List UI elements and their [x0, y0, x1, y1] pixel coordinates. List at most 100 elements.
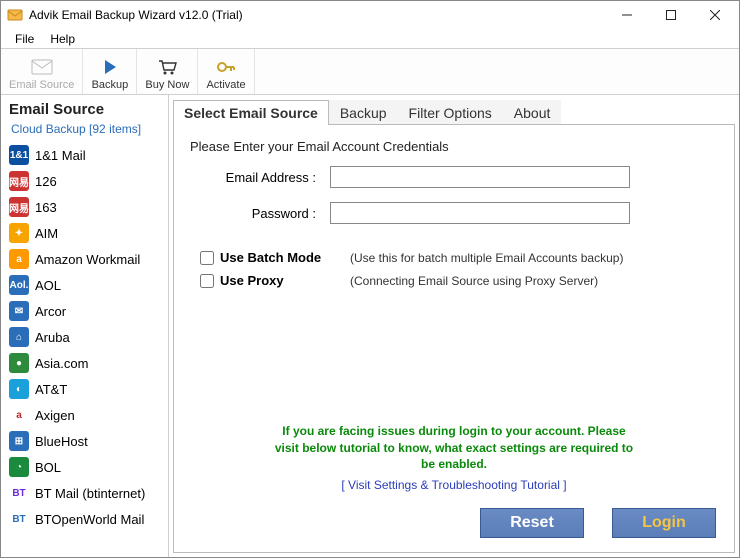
troubleshoot-box: If you are facing issues during login to…: [174, 423, 734, 492]
panel-select-email-source: Please Enter your Email Account Credenti…: [173, 124, 735, 553]
close-button[interactable]: [693, 1, 737, 29]
title-bar: Advik Email Backup Wizard v12.0 (Trial): [1, 1, 739, 29]
provider-label: AIM: [35, 226, 58, 241]
provider-label: BlueHost: [35, 434, 88, 449]
hint-proxy: (Connecting Email Source using Proxy Ser…: [350, 274, 598, 288]
maximize-button[interactable]: [649, 1, 693, 29]
toolbar-buynow-label: Buy Now: [145, 79, 189, 91]
toolbar-activate-label: Activate: [206, 79, 245, 91]
provider-item[interactable]: 1&1 1&1 Mail: [1, 142, 168, 168]
tab-strip: Select Email Source Backup Filter Option…: [169, 95, 739, 124]
provider-icon: a: [9, 249, 29, 269]
minimize-button[interactable]: [605, 1, 649, 29]
button-row: Reset Login: [480, 508, 716, 538]
tab-backup[interactable]: Backup: [329, 100, 398, 125]
email-field[interactable]: [330, 166, 630, 188]
reset-button[interactable]: Reset: [480, 508, 584, 538]
hint-batch-mode: (Use this for batch multiple Email Accou…: [350, 251, 623, 265]
main-split: Email Source Cloud Backup [92 items] 1&1…: [1, 95, 739, 557]
row-email: Email Address :: [190, 166, 718, 188]
sidebar-subheading[interactable]: Cloud Backup [92 items]: [1, 120, 168, 142]
provider-icon: ⌂: [9, 327, 29, 347]
provider-item[interactable]: ◐ AT&T: [1, 376, 168, 402]
toolbar-email-source-label: Email Source: [9, 79, 74, 91]
content-area: Select Email Source Backup Filter Option…: [169, 95, 739, 557]
row-proxy: Use Proxy (Connecting Email Source using…: [190, 273, 718, 288]
provider-item[interactable]: ⌂ Aruba: [1, 324, 168, 350]
password-field[interactable]: [330, 202, 630, 224]
login-button[interactable]: Login: [612, 508, 716, 538]
provider-icon: 1&1: [9, 145, 29, 165]
sidebar-heading: Email Source: [1, 95, 168, 120]
provider-item[interactable]: ⊞ BlueHost: [1, 428, 168, 454]
provider-icon: ●: [9, 353, 29, 373]
label-password: Password :: [190, 206, 330, 221]
toolbar: Email Source Backup Buy Now Activate: [1, 49, 739, 95]
provider-label: Arcor: [35, 304, 66, 319]
tab-filter-options[interactable]: Filter Options: [398, 100, 503, 125]
provider-item[interactable]: ✉Arcor: [1, 298, 168, 324]
label-batch-mode: Use Batch Mode: [220, 250, 350, 265]
provider-label: Amazon Workmail: [35, 252, 140, 267]
provider-label: BTOpenWorld Mail: [35, 512, 144, 527]
provider-icon: ⊞: [9, 431, 29, 451]
tab-about[interactable]: About: [503, 100, 562, 125]
provider-item[interactable]: BT BT Mail (btinternet): [1, 480, 168, 506]
toolbar-buy-now[interactable]: Buy Now: [137, 49, 198, 94]
toolbar-email-source[interactable]: Email Source: [1, 49, 83, 94]
provider-label: Aruba: [35, 330, 70, 345]
provider-label: Asia.com: [35, 356, 88, 371]
troubleshoot-text: If you are facing issues during login to…: [274, 423, 634, 472]
provider-item[interactable]: ● Asia.com: [1, 350, 168, 376]
row-batch-mode: Use Batch Mode (Use this for batch multi…: [190, 250, 718, 265]
provider-icon: BT: [9, 483, 29, 503]
batch-mode-checkbox[interactable]: [200, 251, 214, 265]
provider-item[interactable]: Aol. AOL: [1, 272, 168, 298]
toolbar-backup-label: Backup: [92, 79, 129, 91]
row-password: Password :: [190, 202, 718, 224]
provider-icon: Aol.: [9, 275, 29, 295]
window-controls: [605, 1, 737, 29]
provider-item[interactable]: a Amazon Workmail: [1, 246, 168, 272]
play-icon: [101, 56, 119, 78]
cart-icon: [156, 56, 178, 78]
provider-icon: ✦: [9, 223, 29, 243]
panel-title: Please Enter your Email Account Credenti…: [190, 139, 718, 154]
provider-label: BT Mail (btinternet): [35, 486, 145, 501]
provider-list[interactable]: 1&1 1&1 Mail 网易 126 网易 163 ✦ AIM a Amazon Workmai…: [1, 142, 168, 557]
provider-label: 163: [35, 200, 57, 215]
window-title: Advik Email Backup Wizard v12.0 (Trial): [29, 8, 605, 22]
provider-label: 1&1 Mail: [35, 148, 86, 163]
troubleshoot-link[interactable]: [ Visit Settings & Troubleshooting Tutor…: [341, 478, 566, 492]
provider-label: Axigen: [35, 408, 75, 423]
label-proxy: Use Proxy: [220, 273, 350, 288]
provider-item[interactable]: a Axigen: [1, 402, 168, 428]
provider-icon: BT: [9, 509, 29, 529]
sidebar: Email Source Cloud Backup [92 items] 1&1…: [1, 95, 169, 557]
provider-label: AT&T: [35, 382, 67, 397]
provider-label: AOL: [35, 278, 61, 293]
email-icon: [31, 56, 53, 78]
toolbar-backup[interactable]: Backup: [83, 49, 137, 94]
provider-icon: ◐: [9, 379, 29, 399]
menu-file[interactable]: File: [7, 30, 42, 48]
provider-label: 126: [35, 174, 57, 189]
proxy-checkbox[interactable]: [200, 274, 214, 288]
provider-icon: 网易: [9, 171, 29, 191]
provider-icon: a: [9, 405, 29, 425]
provider-item[interactable]: BT BTOpenWorld Mail: [1, 506, 168, 532]
app-icon: [7, 7, 23, 23]
provider-icon: ◔: [9, 457, 29, 477]
provider-item[interactable]: ◔ BOL: [1, 454, 168, 480]
provider-item[interactable]: 网易 126: [1, 168, 168, 194]
menu-help[interactable]: Help: [42, 30, 83, 48]
tab-select-email-source[interactable]: Select Email Source: [173, 100, 329, 125]
provider-item[interactable]: ✦ AIM: [1, 220, 168, 246]
provider-icon: 网易: [9, 197, 29, 217]
key-icon: [215, 56, 237, 78]
menu-bar: File Help: [1, 29, 739, 49]
toolbar-activate[interactable]: Activate: [198, 49, 254, 94]
provider-label: BOL: [35, 460, 61, 475]
provider-item[interactable]: 网易 163: [1, 194, 168, 220]
label-email: Email Address :: [190, 170, 330, 185]
